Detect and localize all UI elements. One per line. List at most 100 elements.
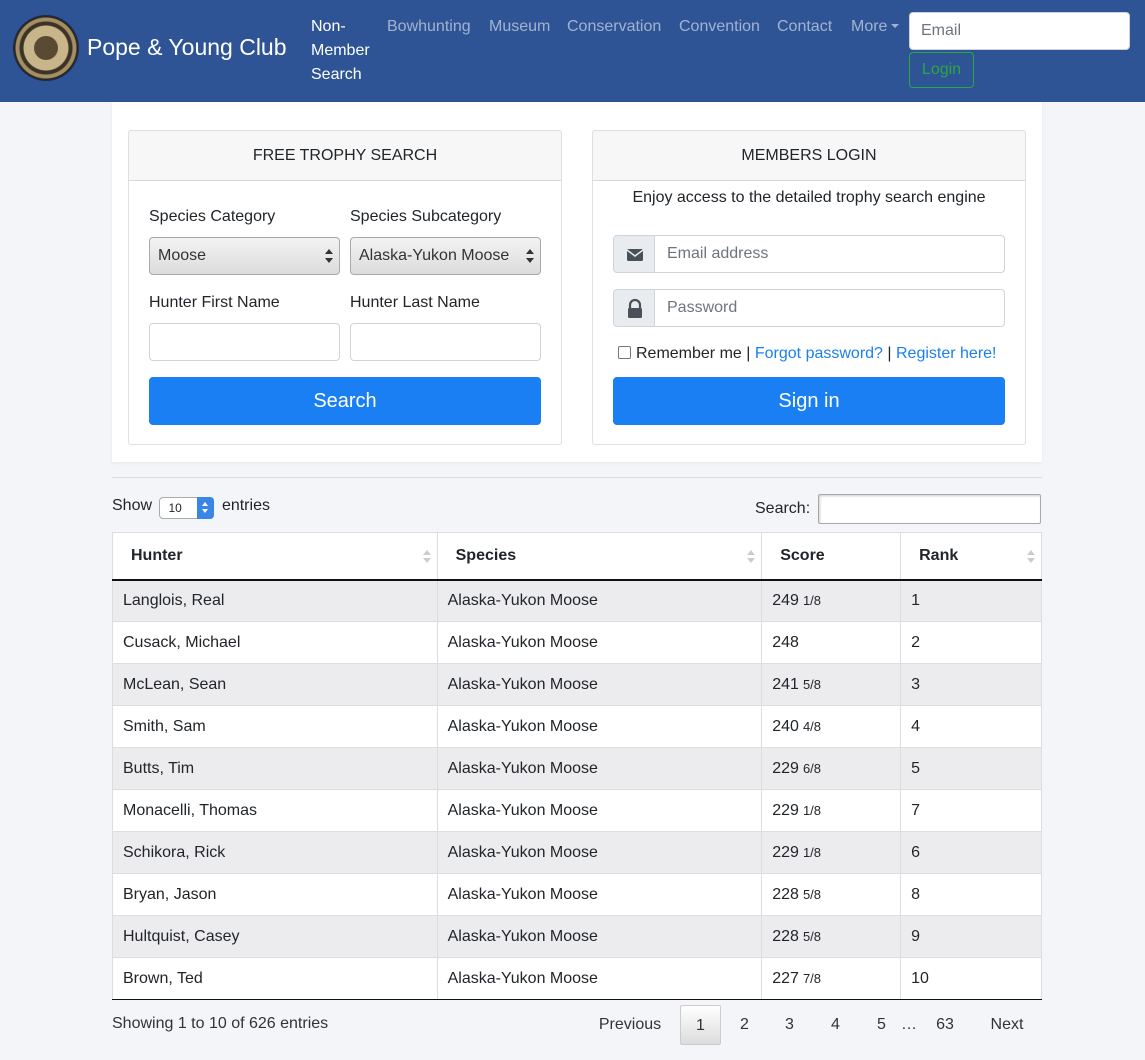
rank-cell: 3 xyxy=(900,663,1042,706)
pagination-page-2[interactable]: 2 xyxy=(728,1005,761,1045)
species-cell: Alaska-Yukon Moose xyxy=(436,957,763,1000)
nav-conservation[interactable]: Conservation xyxy=(567,15,661,39)
nav-non-member-search[interactable]: Non-Member Search xyxy=(311,15,381,87)
score-fraction: 1/8 xyxy=(802,802,822,818)
rank-cell: 7 xyxy=(900,789,1042,832)
remember-me-checkbox[interactable] xyxy=(618,346,631,359)
hunter-cell: Langlois, Real xyxy=(112,579,438,622)
score-fraction: 1/8 xyxy=(802,844,822,860)
remember-me-label: Remember me xyxy=(636,345,742,362)
pagination-ellipsis: … xyxy=(901,1016,917,1033)
rank-cell: 9 xyxy=(900,915,1042,958)
score-value: 248 xyxy=(772,633,799,651)
pagination-previous[interactable]: Previous xyxy=(592,1005,668,1045)
species-subcategory-select[interactable]: Alaska-Yukon Moose xyxy=(350,237,541,275)
table-row[interactable]: Cusack, Michael Alaska-Yukon Moose 248 2 xyxy=(112,621,1042,664)
table-info: Showing 1 to 10 of 626 entries xyxy=(112,1015,329,1032)
hunter-last-name-input[interactable] xyxy=(350,323,541,361)
species-cell: Alaska-Yukon Moose xyxy=(436,873,763,916)
table-row[interactable]: Brown, Ted Alaska-Yukon Moose 227 7/8 10 xyxy=(112,957,1042,1000)
score-cell: 229 6/8 xyxy=(761,747,902,790)
species-cell: Alaska-Yukon Moose xyxy=(436,621,763,664)
score-cell: 249 1/8 xyxy=(761,579,902,622)
table-row[interactable]: Smith, Sam Alaska-Yukon Moose 240 4/8 4 xyxy=(112,705,1042,748)
species-cell: Alaska-Yukon Moose xyxy=(436,831,763,874)
column-header-rank[interactable]: Rank xyxy=(900,532,1042,581)
login-intro-text: Enjoy access to the detailed trophy sear… xyxy=(632,189,986,206)
search-button[interactable]: Search xyxy=(149,377,541,425)
table-row[interactable]: Hultquist, Casey Alaska-Yukon Moose 228 5/8… xyxy=(112,915,1042,958)
trophy-search-card: FREE TROPHY SEARCH Species Category Spec… xyxy=(128,130,562,445)
entries-label: entries xyxy=(221,497,270,514)
score-fraction: 5/8 xyxy=(802,928,822,944)
sort-icon xyxy=(1027,550,1035,564)
score-cell: 229 1/8 xyxy=(761,831,902,874)
column-header-species[interactable]: Species xyxy=(436,532,763,581)
rank-cell: 6 xyxy=(900,831,1042,874)
sign-in-button[interactable]: Sign in xyxy=(613,377,1005,425)
nav-login-button[interactable]: Login xyxy=(909,52,974,88)
table-row[interactable]: Schikora, Rick Alaska-Yukon Moose 229 1/8 6 xyxy=(112,831,1042,874)
select-arrows-icon xyxy=(526,249,534,265)
score-fraction: 1/8 xyxy=(802,592,822,608)
show-entries-control: Show 10 entries xyxy=(112,497,270,519)
score-fraction: 7/8 xyxy=(802,970,822,986)
species-category-label: Species Category xyxy=(149,208,276,225)
navbar: Pope & Young Club Non-Member Search Bowh… xyxy=(0,0,1145,102)
score-cell: 248 xyxy=(761,621,902,664)
entries-length-value: 10 xyxy=(168,501,182,515)
score-cell: 240 4/8 xyxy=(761,705,902,748)
species-cell: Alaska-Yukon Moose xyxy=(436,579,763,622)
table-header-row: Hunter Species Score Rank xyxy=(112,532,1042,581)
pagination-page-5[interactable]: 5 xyxy=(865,1005,898,1045)
separator: | xyxy=(887,345,892,362)
entries-length-select[interactable]: 10 xyxy=(159,497,215,519)
nav-bowhunting[interactable]: Bowhunting xyxy=(387,15,471,39)
members-login-card: MEMBERS LOGIN Enjoy access to the detail… xyxy=(592,130,1026,445)
forgot-password-link[interactable]: Forgot password? xyxy=(755,345,883,362)
pagination-next[interactable]: Next xyxy=(982,1005,1032,1045)
rank-cell: 2 xyxy=(900,621,1042,664)
email-address-input[interactable]: Email address xyxy=(654,235,1005,273)
hunter-first-name-input[interactable] xyxy=(149,323,340,361)
table-row[interactable]: McLean, Sean Alaska-Yukon Moose 241 5/8 3 xyxy=(112,663,1042,706)
brand-name[interactable]: Pope & Young Club xyxy=(87,34,287,61)
score-value: 229 xyxy=(772,759,799,777)
trophy-search-header: FREE TROPHY SEARCH xyxy=(129,131,561,181)
pagination-page-1[interactable]: 1 xyxy=(680,1005,721,1045)
rank-cell: 5 xyxy=(900,747,1042,790)
pagination-page-3[interactable]: 3 xyxy=(773,1005,806,1045)
rank-cell: 8 xyxy=(900,873,1042,916)
table-row[interactable]: Monacelli, Thomas Alaska-Yukon Moose 229 1/… xyxy=(112,789,1042,832)
hunter-cell: Cusack, Michael xyxy=(112,621,438,664)
column-header-label: Species xyxy=(455,546,517,564)
score-cell: 227 7/8 xyxy=(761,957,902,1000)
hunter-cell: McLean, Sean xyxy=(112,663,438,706)
hunter-cell: Schikora, Rick xyxy=(112,831,438,874)
species-cell: Alaska-Yukon Moose xyxy=(436,705,763,748)
spinner-arrows-icon xyxy=(197,497,215,519)
table-search-input[interactable] xyxy=(818,494,1041,524)
club-logo[interactable] xyxy=(14,16,78,80)
nav-email-input[interactable] xyxy=(909,12,1130,50)
pagination-page-63[interactable]: 63 xyxy=(926,1005,964,1045)
species-category-value: Moose xyxy=(158,247,207,264)
results-table: Hunter Species Score Rank Langlois, Real… xyxy=(112,532,1042,1000)
column-header-hunter[interactable]: Hunter xyxy=(112,532,438,581)
nav-more-dropdown[interactable]: More xyxy=(851,15,900,39)
register-link[interactable]: Register here! xyxy=(896,345,997,362)
species-subcategory-value: Alaska-Yukon Moose xyxy=(359,247,510,264)
select-arrows-icon xyxy=(325,249,333,265)
nav-convention[interactable]: Convention xyxy=(679,15,760,39)
pagination-page-4[interactable]: 4 xyxy=(819,1005,852,1045)
table-row[interactable]: Bryan, Jason Alaska-Yukon Moose 228 5/8 8 xyxy=(112,873,1042,916)
score-cell: 241 5/8 xyxy=(761,663,902,706)
password-input[interactable]: Password xyxy=(654,289,1005,327)
score-fraction: 5/8 xyxy=(802,886,822,902)
column-header-score[interactable]: Score xyxy=(761,532,902,581)
table-row[interactable]: Butts, Tim Alaska-Yukon Moose 229 6/8 5 xyxy=(112,747,1042,790)
table-row[interactable]: Langlois, Real Alaska-Yukon Moose 249 1/8 1 xyxy=(112,579,1042,622)
species-category-select[interactable]: Moose xyxy=(149,237,340,275)
nav-museum[interactable]: Museum xyxy=(489,15,550,39)
nav-contact[interactable]: Contact xyxy=(777,15,832,39)
